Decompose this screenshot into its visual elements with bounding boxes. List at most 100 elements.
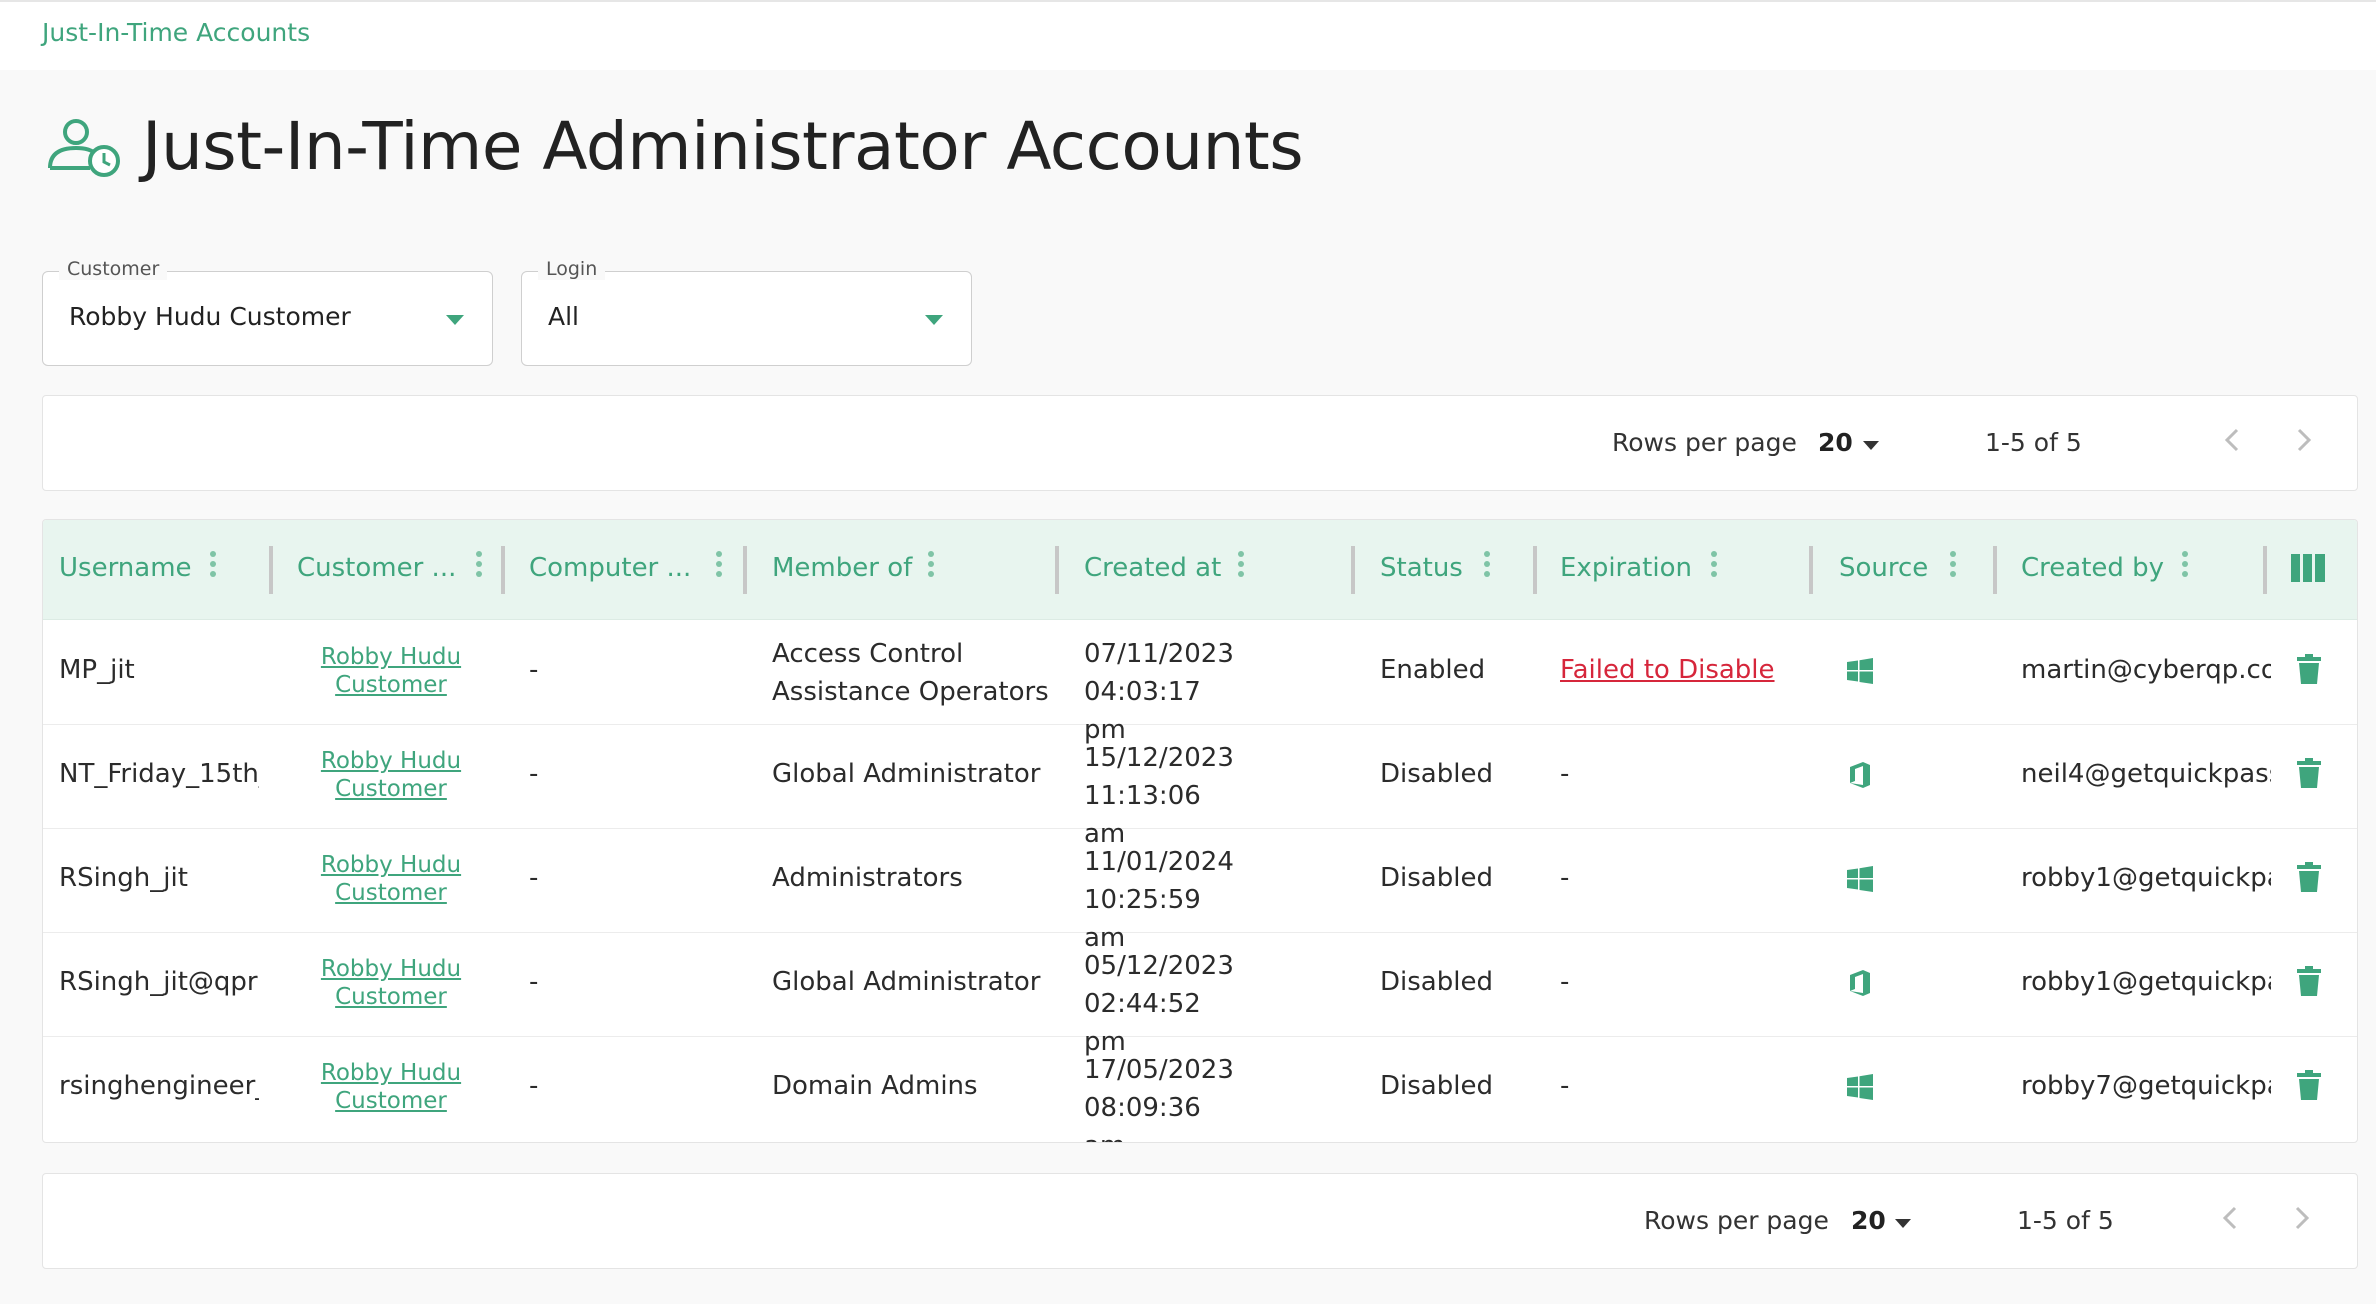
windows-icon [1847,866,1873,892]
bottom-pagination: Rows per page 20 1-5 of 5 [42,1173,2358,1269]
customer-link-line1: Robby Hudu [320,644,462,670]
computer-cell: - [529,967,539,997]
rows-per-page-select[interactable]: 20 [1818,428,1853,457]
column-header-source[interactable]: Source [1839,553,1928,583]
trash-icon[interactable] [2297,1070,2321,1100]
expiration-cell: - [1560,863,1570,893]
created-at-date: 15/12/2023 11:13:06 [1084,743,1234,811]
column-separator[interactable] [2263,546,2267,594]
trash-icon[interactable] [2297,862,2321,892]
created-by-cell: robby1@getquickpas [2021,863,2271,893]
table-row[interactable]: RSingh_jit@qprshu Robby Hudu Customer - … [43,933,2357,1057]
column-header-computer[interactable]: Computer ... [529,553,691,583]
table-row[interactable]: RSingh_jit Robby Hudu Customer - Adminis… [43,829,2357,953]
computer-cell: - [529,863,539,893]
table-row[interactable]: NT_Friday_15th_1H Robby Hudu Customer - … [43,725,2357,849]
page-title: Just-In-Time Administrator Accounts [142,108,1304,185]
status-cell: Enabled [1380,655,1486,685]
username-cell: NT_Friday_15th_1H [59,759,259,789]
column-header-expiration[interactable]: Expiration [1560,553,1692,583]
page-range: 1-5 of 5 [2017,1206,2114,1235]
computer-cell: - [529,1071,539,1101]
customer-link[interactable]: Robby Hudu Customer [311,955,471,1011]
column-header-customer[interactable]: Customer ... [297,553,456,583]
column-separator[interactable] [1351,546,1355,594]
column-separator[interactable] [1055,546,1059,594]
trash-icon[interactable] [2297,758,2321,788]
windows-icon [1847,1074,1873,1100]
login-select-value: All [548,302,579,331]
prev-page-icon[interactable] [2211,1198,2251,1238]
page-header: Just-In-Time Administrator Accounts [46,108,1304,185]
windows-icon [1847,658,1873,684]
column-separator[interactable] [269,546,273,594]
user-clock-icon [48,118,120,177]
column-menu-icon[interactable] [1237,550,1245,578]
created-at-date: 07/11/2023 04:03:17 [1084,639,1234,707]
column-menu-icon[interactable] [209,550,217,578]
member-of-cell: Administrators [772,863,963,893]
customer-link-line1: Robby Hudu [320,852,462,878]
created-at-date: 05/12/2023 02:44:52 [1084,951,1234,1019]
accounts-table: Username Customer ... Computer ... Membe… [42,519,2358,1143]
created-by-cell: robby7@getquickpas [2021,1071,2271,1101]
column-header-created-by[interactable]: Created by [2021,553,2164,583]
office-icon [1850,762,1870,788]
column-separator[interactable] [1993,546,1997,594]
column-menu-icon[interactable] [715,550,723,578]
column-menu-icon[interactable] [927,550,935,578]
customer-link[interactable]: Robby Hudu Customer [311,643,471,699]
columns-icon[interactable] [2291,554,2325,582]
customer-link-line2: Customer [335,1088,447,1114]
office-icon [1850,970,1870,996]
table-row[interactable]: rsinghengineer_jit Robby Hudu Customer -… [43,1037,2357,1142]
column-separator[interactable] [743,546,747,594]
customer-link-line2: Customer [335,776,447,802]
trash-icon[interactable] [2297,966,2321,996]
expiration-failed-link[interactable]: Failed to Disable [1560,655,1775,685]
column-header-username[interactable]: Username [59,553,192,583]
customer-select-value: Robby Hudu Customer [69,302,351,331]
login-select[interactable]: Login All [521,258,972,366]
customer-link-line1: Robby Hudu [320,748,462,774]
column-separator[interactable] [1533,546,1537,594]
member-of-cell: Domain Admins [772,1071,978,1101]
status-cell: Disabled [1380,967,1493,997]
rows-per-page-label: Rows per page [1612,428,1797,457]
column-menu-icon[interactable] [1949,550,1957,578]
caret-down-icon[interactable] [1863,441,1879,450]
customer-select[interactable]: Customer Robby Hudu Customer [42,258,493,366]
table-row[interactable]: MP_jit Robby Hudu Customer - Access Cont… [43,621,2357,745]
page-range: 1-5 of 5 [1985,428,2082,457]
created-at-date: 11/01/2024 10:25:59 [1084,847,1234,915]
column-menu-icon[interactable] [1483,550,1491,578]
next-page-icon[interactable] [2281,1198,2321,1238]
next-page-icon[interactable] [2283,420,2323,460]
created-by-cell: robby1@getquickpas [2021,967,2271,997]
column-separator[interactable] [1809,546,1813,594]
column-header-created-at[interactable]: Created at [1084,553,1221,583]
expiration-cell: - [1560,1071,1570,1101]
member-of-cell: Global Administrator [772,967,1041,997]
trash-icon[interactable] [2297,654,2321,684]
customer-link[interactable]: Robby Hudu Customer [311,851,471,907]
column-header-member-of[interactable]: Member of [772,553,912,583]
customer-link-line1: Robby Hudu [320,956,462,982]
customer-link-line2: Customer [335,672,447,698]
username-cell: RSingh_jit [59,863,188,893]
column-menu-icon[interactable] [475,550,483,578]
computer-cell: - [529,655,539,685]
created-by-cell: martin@cyberqp.com [2021,655,2271,685]
column-menu-icon[interactable] [1710,550,1718,578]
rows-per-page-select[interactable]: 20 [1851,1206,1886,1235]
prev-page-icon[interactable] [2213,420,2253,460]
customer-link-line2: Customer [335,984,447,1010]
customer-link[interactable]: Robby Hudu Customer [311,747,471,803]
column-header-status[interactable]: Status [1380,553,1463,583]
top-pagination: Rows per page 20 1-5 of 5 [42,395,2358,491]
column-menu-icon[interactable] [2181,550,2189,578]
caret-down-icon[interactable] [1895,1219,1911,1228]
customer-link[interactable]: Robby Hudu Customer [311,1059,471,1115]
column-separator[interactable] [501,546,505,594]
breadcrumb[interactable]: Just-In-Time Accounts [42,18,310,47]
